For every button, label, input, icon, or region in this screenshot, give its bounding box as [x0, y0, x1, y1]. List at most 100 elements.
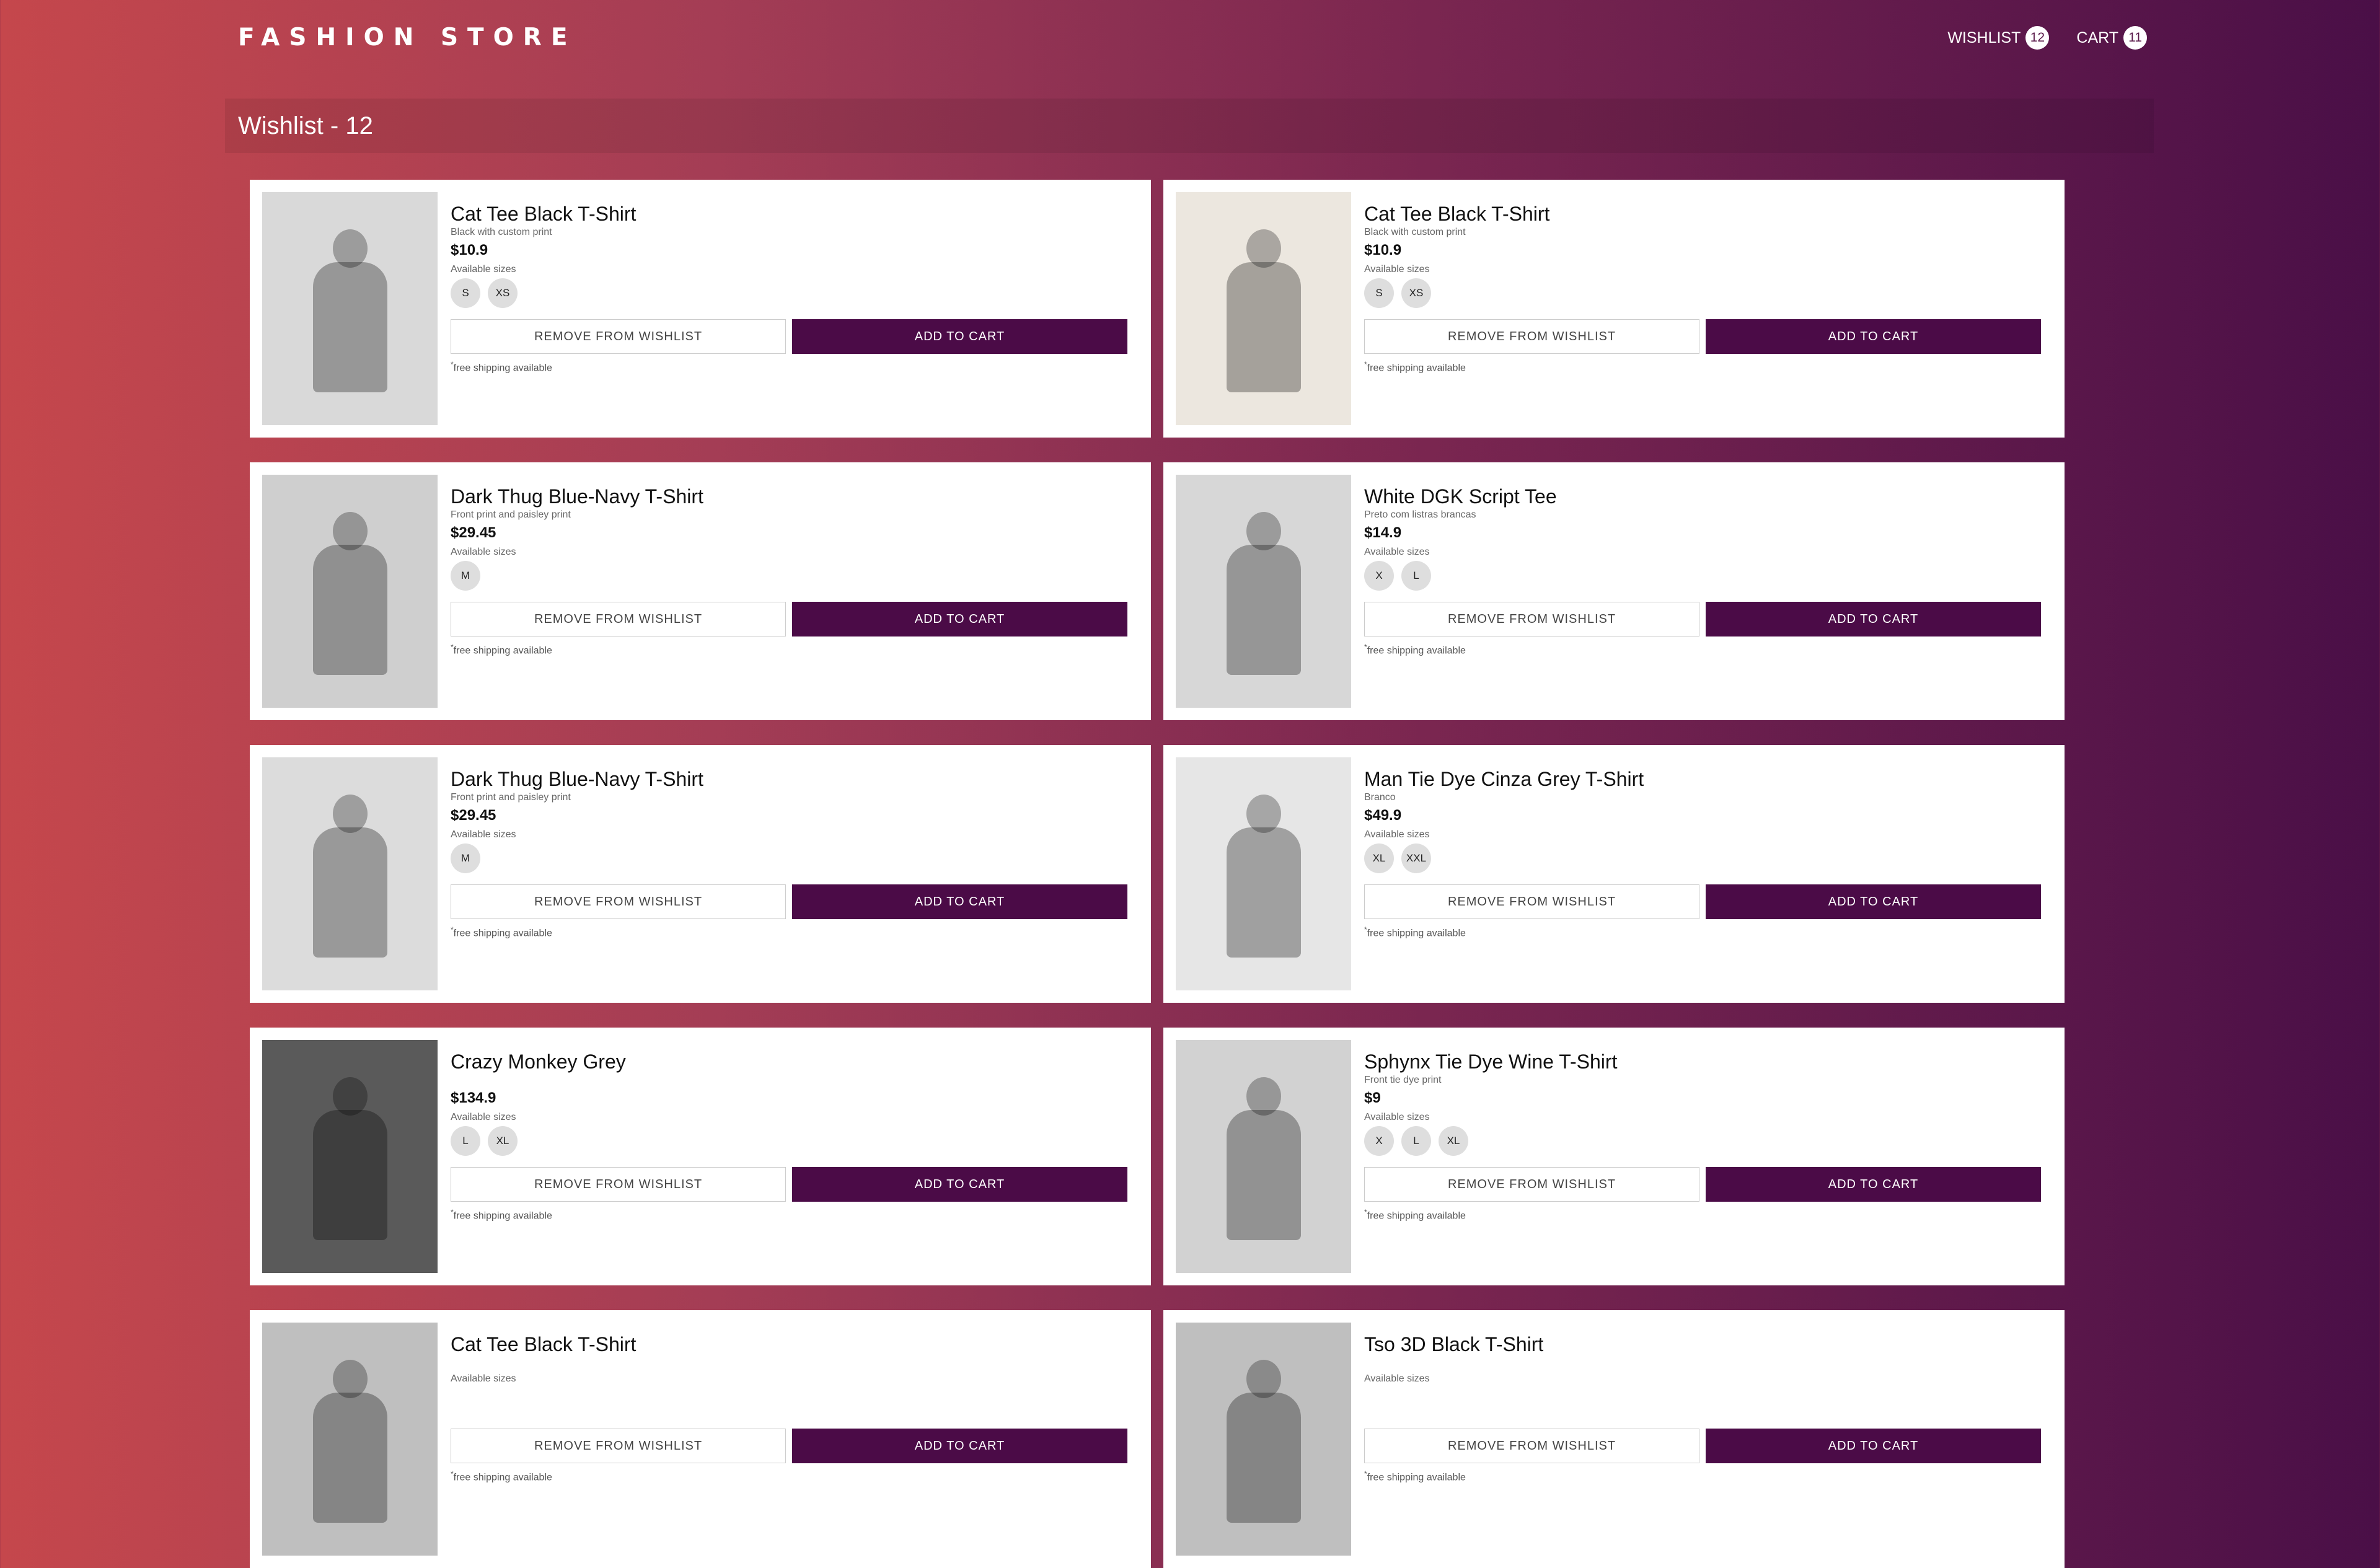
shipping-text: free shipping available: [453, 928, 552, 939]
add-to-cart-button[interactable]: ADD TO CART: [1706, 602, 2041, 636]
add-to-cart-button[interactable]: ADD TO CART: [792, 1167, 1127, 1202]
product-image[interactable]: [262, 757, 438, 990]
size-option[interactable]: M: [451, 561, 480, 591]
product-image[interactable]: [262, 1323, 438, 1556]
product-name[interactable]: Crazy Monkey Grey: [451, 1050, 1127, 1073]
size-option[interactable]: XL: [1364, 843, 1394, 873]
shipping-note: *free shipping available: [451, 360, 1127, 374]
size-option[interactable]: XS: [1401, 278, 1431, 308]
wishlist-card: Sphynx Tie Dye Wine T-Shirt Front tie dy…: [1163, 1028, 2065, 1285]
page-title: Wishlist - 12: [238, 112, 373, 139]
product-image[interactable]: [1176, 475, 1351, 708]
remove-from-wishlist-button[interactable]: REMOVE FROM WISHLIST: [451, 1167, 786, 1202]
remove-from-wishlist-button[interactable]: REMOVE FROM WISHLIST: [1364, 884, 1699, 919]
add-to-cart-button[interactable]: ADD TO CART: [792, 319, 1127, 354]
size-options: XL XXL: [1364, 843, 2041, 873]
product-image[interactable]: [262, 192, 438, 425]
remove-from-wishlist-button[interactable]: REMOVE FROM WISHLIST: [451, 884, 786, 919]
product-info: Cat Tee Black T-Shirt Available sizes RE…: [451, 1323, 1140, 1556]
product-image[interactable]: [262, 475, 438, 708]
size-option[interactable]: X: [1364, 1126, 1394, 1156]
product-name[interactable]: Cat Tee Black T-Shirt: [1364, 202, 2041, 226]
product-image[interactable]: [1176, 1040, 1351, 1273]
product-description: Front print and paisley print: [451, 792, 571, 803]
size-options: XL: [1364, 561, 2041, 591]
size-options: S XS: [1364, 278, 2041, 308]
shipping-text: free shipping available: [1367, 928, 1466, 939]
card-actions: REMOVE FROM WISHLIST ADD TO CART: [1364, 319, 2041, 354]
product-name[interactable]: Cat Tee Black T-Shirt: [451, 1332, 1127, 1356]
add-to-cart-button[interactable]: ADD TO CART: [1706, 319, 2041, 354]
add-to-cart-button[interactable]: ADD TO CART: [792, 884, 1127, 919]
shipping-note: *free shipping available: [451, 1208, 1127, 1222]
product-image[interactable]: [1176, 757, 1351, 990]
product-info: Dark Thug Blue-Navy T-Shirt Front print …: [451, 475, 1140, 708]
wishlist-card: Cat Tee Black T-Shirt Black with custom …: [250, 180, 1151, 438]
remove-from-wishlist-button[interactable]: REMOVE FROM WISHLIST: [1364, 319, 1699, 354]
product-figure-body: [1226, 1392, 1301, 1523]
add-to-cart-button[interactable]: ADD TO CART: [1706, 1167, 2041, 1202]
product-price: $29.45: [451, 807, 496, 824]
shipping-text: free shipping available: [1367, 645, 1466, 656]
product-image[interactable]: [1176, 192, 1351, 425]
wishlist-link[interactable]: WISHLIST 12: [1947, 26, 2050, 50]
add-to-cart-button[interactable]: ADD TO CART: [792, 602, 1127, 636]
product-figure-body: [312, 1392, 387, 1523]
size-option[interactable]: L: [451, 1126, 480, 1156]
product-image[interactable]: [262, 1040, 438, 1273]
product-description: Branco: [1364, 792, 1396, 803]
cart-link[interactable]: CART 11: [2076, 26, 2147, 50]
product-price: $10.9: [451, 242, 488, 258]
size-option[interactable]: XL: [488, 1126, 518, 1156]
available-sizes-label: Available sizes: [451, 264, 516, 275]
size-option[interactable]: X: [1364, 561, 1394, 591]
product-description: Front print and paisley print: [451, 509, 571, 520]
size-option[interactable]: S: [1364, 278, 1394, 308]
wishlist-card: Cat Tee Black T-Shirt Black with custom …: [1163, 180, 2065, 438]
add-to-cart-button[interactable]: ADD TO CART: [1706, 1429, 2041, 1463]
product-name[interactable]: Tso 3D Black T-Shirt: [1364, 1332, 2041, 1356]
product-image[interactable]: [1176, 1323, 1351, 1556]
product-figure-body: [312, 827, 387, 958]
remove-from-wishlist-button[interactable]: REMOVE FROM WISHLIST: [1364, 602, 1699, 636]
wishlist-card: Tso 3D Black T-Shirt Available sizes REM…: [1163, 1310, 2065, 1568]
size-option[interactable]: M: [451, 843, 480, 873]
available-sizes-label: Available sizes: [451, 1373, 516, 1384]
wishlist-card: Dark Thug Blue-Navy T-Shirt Front print …: [250, 462, 1151, 720]
remove-from-wishlist-button[interactable]: REMOVE FROM WISHLIST: [451, 319, 786, 354]
product-name[interactable]: White DGK Script Tee: [1364, 485, 2041, 508]
store-logo[interactable]: FASHION STORE: [238, 24, 576, 51]
remove-from-wishlist-button[interactable]: REMOVE FROM WISHLIST: [1364, 1429, 1699, 1463]
product-figure-body: [312, 1109, 387, 1241]
product-name[interactable]: Dark Thug Blue-Navy T-Shirt: [451, 485, 1127, 508]
product-figure-body: [1226, 1109, 1301, 1241]
size-option[interactable]: S: [451, 278, 480, 308]
size-option[interactable]: L: [1401, 561, 1431, 591]
add-to-cart-button[interactable]: ADD TO CART: [1706, 884, 2041, 919]
size-option[interactable]: XS: [488, 278, 518, 308]
product-name[interactable]: Man Tie Dye Cinza Grey T-Shirt: [1364, 767, 2041, 791]
size-option[interactable]: L: [1401, 1126, 1431, 1156]
remove-from-wishlist-button[interactable]: REMOVE FROM WISHLIST: [451, 1429, 786, 1463]
shipping-note: *free shipping available: [1364, 360, 2041, 374]
product-name[interactable]: Dark Thug Blue-Navy T-Shirt: [451, 767, 1127, 791]
product-figure-body: [1226, 544, 1301, 676]
shipping-note: *free shipping available: [1364, 643, 2041, 656]
size-options: M: [451, 843, 1127, 873]
size-options: M: [451, 561, 1127, 591]
remove-from-wishlist-button[interactable]: REMOVE FROM WISHLIST: [451, 602, 786, 636]
product-description: [451, 1074, 1127, 1086]
wishlist-card: Cat Tee Black T-Shirt Available sizes RE…: [250, 1310, 1151, 1568]
add-to-cart-button[interactable]: ADD TO CART: [792, 1429, 1127, 1463]
available-sizes-label: Available sizes: [1364, 547, 1430, 557]
card-actions: REMOVE FROM WISHLIST ADD TO CART: [451, 1429, 1127, 1463]
size-option[interactable]: XL: [1439, 1126, 1468, 1156]
product-info: Sphynx Tie Dye Wine T-Shirt Front tie dy…: [1364, 1040, 2053, 1273]
product-name[interactable]: Sphynx Tie Dye Wine T-Shirt: [1364, 1050, 2041, 1073]
wishlist-grid: Cat Tee Black T-Shirt Black with custom …: [250, 180, 2065, 1568]
shipping-text: free shipping available: [1367, 1472, 1466, 1483]
shipping-text: free shipping available: [453, 363, 552, 374]
product-name[interactable]: Cat Tee Black T-Shirt: [451, 202, 1127, 226]
size-option[interactable]: XXL: [1401, 843, 1431, 873]
remove-from-wishlist-button[interactable]: REMOVE FROM WISHLIST: [1364, 1167, 1699, 1202]
